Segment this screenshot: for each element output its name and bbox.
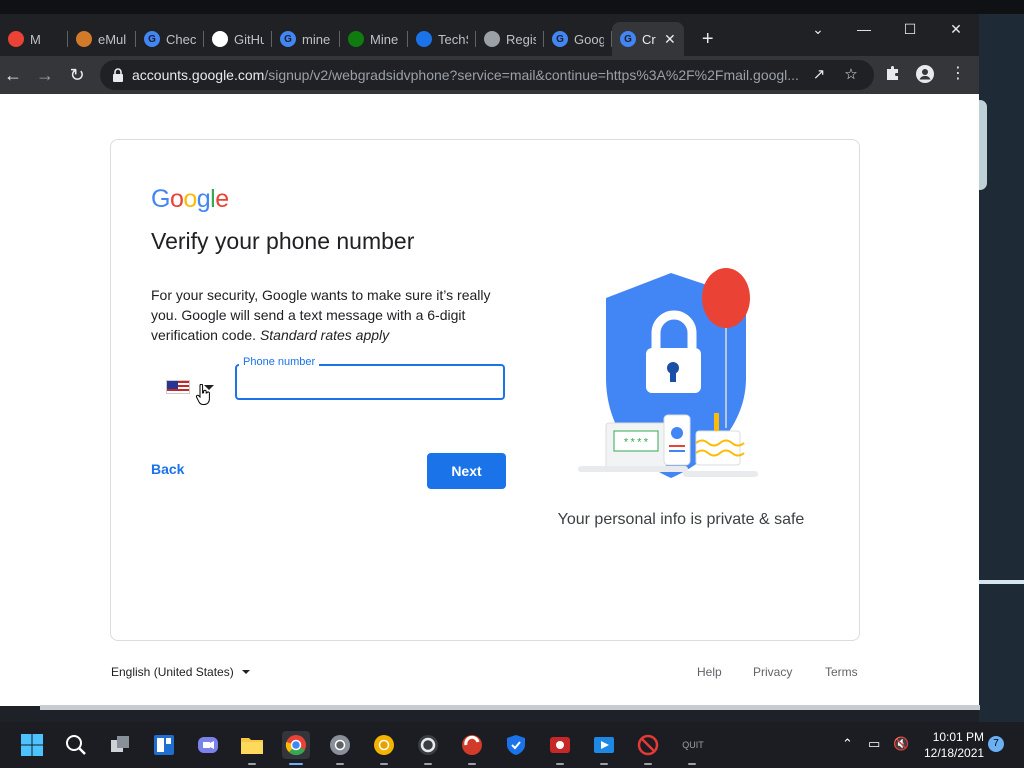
close-window-button[interactable]: ✕	[933, 14, 979, 44]
language-selector[interactable]: English (United States)	[111, 665, 250, 679]
tab-5[interactable]: Mine	[340, 22, 408, 56]
techsmith-favicon-icon	[416, 31, 432, 47]
tab-strip: MeMul G Check GitHu Gmine Mine TechS Regis G Goog…	[0, 22, 720, 56]
share-icon[interactable]: ↗	[810, 66, 828, 84]
tab-1[interactable]: eMul	[68, 22, 136, 56]
google-logo: Google	[151, 185, 229, 213]
new-tab-button[interactable]: +	[696, 28, 720, 51]
chat-icon[interactable]	[194, 731, 222, 759]
address-bar[interactable]: accounts.google.com/signup/v2/webgradsid…	[100, 60, 874, 90]
xbox-favicon-icon	[348, 31, 364, 47]
tab-9[interactable]: G Cr ✕	[612, 22, 684, 56]
display-icon[interactable]: ▭	[868, 736, 880, 752]
chrome-canary-icon[interactable]	[370, 731, 398, 765]
task-view-icon[interactable]	[106, 731, 134, 759]
tab-label: GitHu	[234, 31, 264, 47]
tab-7[interactable]: Regis	[476, 22, 544, 56]
forward-arrow-icon[interactable]: →	[32, 62, 58, 88]
lock-icon	[113, 68, 123, 82]
browser-toolbar: ← → ↻ accounts.google.com/signup/v2/webg…	[0, 56, 979, 94]
notification-badge[interactable]: 7	[988, 736, 1004, 752]
minimize-button[interactable]: —	[841, 14, 887, 44]
signup-page: Google Verify your phone number For your…	[0, 94, 979, 706]
verify-card: Google Verify your phone number For your…	[110, 139, 860, 641]
screen-top-edge	[0, 0, 1024, 14]
kebab-menu-icon[interactable]: ⋮	[948, 64, 968, 84]
tab-label: eMul	[98, 31, 127, 47]
tab-label: M	[30, 31, 41, 47]
search-icon[interactable]	[62, 731, 90, 759]
back-button[interactable]: Back	[151, 461, 184, 477]
title-bar: MeMul G Check GitHu Gmine Mine TechS Regis G Goog…	[0, 0, 1024, 58]
emule-favicon-icon	[76, 31, 92, 47]
google-favicon-icon: G	[620, 31, 636, 47]
privacy-link[interactable]: Privacy	[753, 665, 792, 679]
privacy-message: Your personal info is private & safe	[557, 511, 805, 528]
tab-label: Mine	[370, 31, 399, 47]
red-gmail-favicon-icon	[8, 31, 24, 47]
blocked-app-icon[interactable]	[634, 731, 662, 765]
taskbar: QUIT ⌃ ▭ 🔇 10:01 PM 12/18/2021 7	[0, 722, 1024, 768]
desktop-window-edge	[979, 580, 1024, 584]
chrome-dev-icon[interactable]	[326, 731, 354, 765]
clock-date: 12/18/2021	[924, 746, 985, 760]
url-text: accounts.google.com/signup/v2/webgradsid…	[132, 67, 799, 83]
chrome-icon[interactable]	[282, 731, 310, 765]
close-tab-icon[interactable]: ✕	[664, 31, 676, 48]
reload-icon[interactable]: ↻	[64, 62, 90, 88]
ccleaner-icon[interactable]	[458, 731, 486, 765]
back-arrow-icon[interactable]: ←	[0, 62, 26, 88]
google-favicon-icon: G	[280, 31, 296, 47]
phone-number-label: Phone number	[239, 356, 320, 368]
tab-label: TechS	[438, 31, 468, 47]
terms-link[interactable]: Terms	[825, 665, 858, 679]
password-mask-text: ****	[623, 438, 649, 450]
tab-label: Cr	[642, 31, 656, 47]
tab-label: mine	[302, 31, 331, 47]
tab-0[interactable]: M	[0, 22, 68, 56]
defender-shield-icon[interactable]	[502, 731, 530, 759]
hand-cursor-icon	[195, 384, 210, 405]
tab-search-icon[interactable]: ⌄	[795, 14, 841, 44]
start-windows-icon[interactable]	[18, 731, 46, 759]
tab-8[interactable]: G Goog	[544, 22, 612, 56]
phone-number-input[interactable]	[239, 368, 499, 396]
extensions-puzzle-icon[interactable]	[883, 64, 903, 84]
obs-icon[interactable]	[414, 731, 442, 765]
google-favicon-icon: G	[144, 31, 160, 47]
tab-6[interactable]: TechS	[408, 22, 476, 56]
tab-label: Goog	[574, 31, 604, 47]
tab-2[interactable]: G Check	[136, 22, 204, 56]
bookmark-star-icon[interactable]: ☆	[842, 66, 860, 84]
system-clock[interactable]: 10:01 PM 12/18/2021	[924, 729, 984, 761]
video-editor-icon[interactable]	[590, 731, 618, 765]
clock-time: 10:01 PM	[932, 730, 985, 744]
volume-muted-icon[interactable]: 🔇	[893, 736, 909, 752]
browser-window: MeMul G Check GitHu Gmine Mine TechS Regis G Goog…	[0, 0, 1024, 706]
profile-icon[interactable]	[915, 64, 935, 84]
us-flag-icon	[166, 380, 190, 394]
tab-label: Check	[166, 31, 196, 47]
maximize-button[interactable]: ☐	[887, 14, 933, 44]
help-link[interactable]: Help	[697, 665, 722, 679]
security-illustration: ****	[578, 268, 758, 478]
desktop-background	[973, 0, 1024, 722]
tab-4[interactable]: Gmine	[272, 22, 340, 56]
chevron-up-icon[interactable]: ⌃	[842, 736, 853, 752]
tab-3[interactable]: GitHu	[204, 22, 272, 56]
github-favicon-icon	[212, 31, 228, 47]
chevron-down-icon	[241, 670, 250, 674]
horizontal-scrollbar[interactable]	[40, 705, 980, 710]
google-favicon-icon: G	[552, 31, 568, 47]
epic-favicon-icon	[484, 31, 500, 47]
file-explorer-icon[interactable]	[238, 731, 266, 765]
screen-recorder-icon[interactable]	[546, 731, 574, 765]
description-text: For your security, Google wants to make …	[151, 287, 491, 343]
language-label: English (United States)	[111, 665, 234, 679]
tab-label: Regis	[506, 31, 536, 47]
widgets-icon[interactable]	[150, 731, 178, 759]
next-button[interactable]: Next	[427, 453, 506, 489]
page-title: Verify your phone number	[151, 228, 415, 254]
quit-app-icon[interactable]: QUIT	[678, 731, 708, 765]
